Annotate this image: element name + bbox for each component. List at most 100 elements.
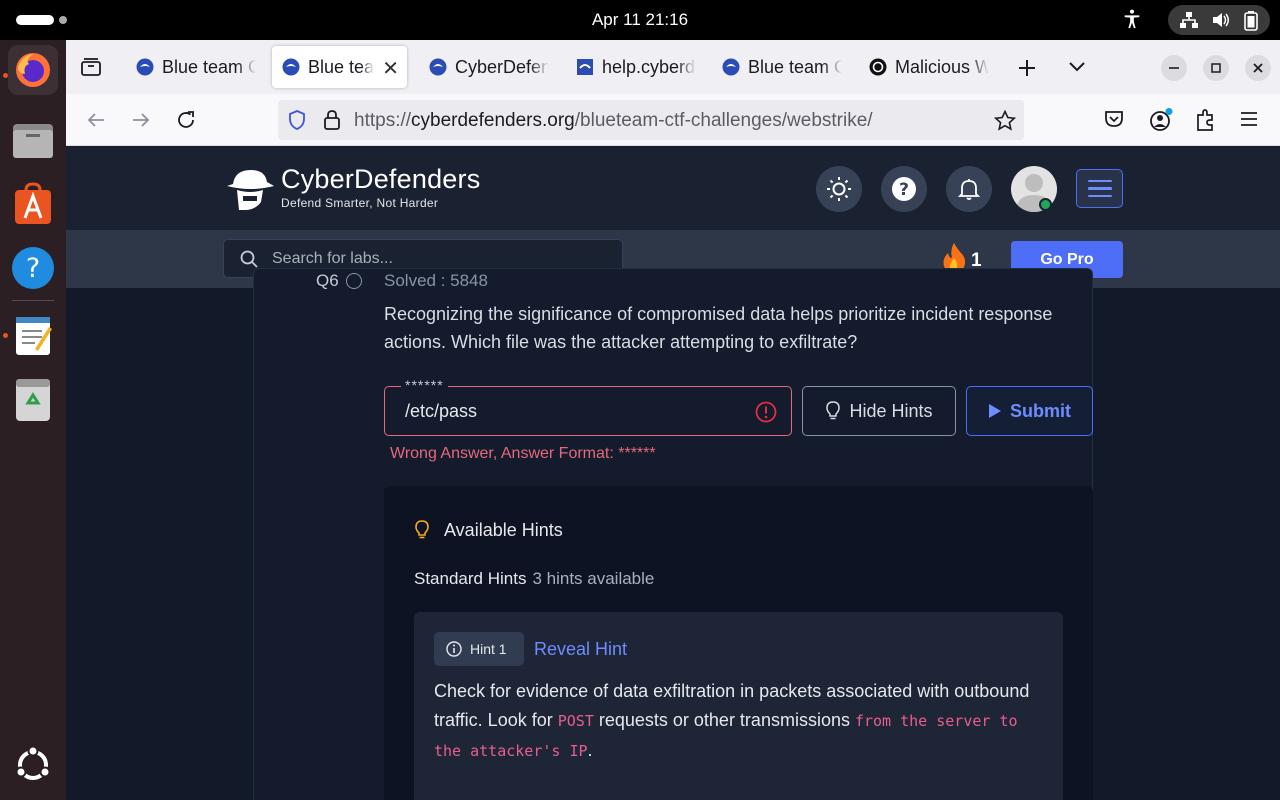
app-center-launcher[interactable]	[8, 179, 58, 229]
theme-toggle-button[interactable]	[816, 166, 862, 212]
error-icon	[755, 401, 777, 423]
dock: ?	[0, 40, 66, 800]
bookmark-star-icon[interactable]	[994, 110, 1016, 131]
ubuntu-icon	[15, 745, 51, 780]
help-favicon	[576, 58, 594, 76]
hint-text: Check for evidence of data exfiltration …	[434, 677, 1044, 766]
extensions-puzzle-icon[interactable]	[1195, 109, 1215, 131]
url-text: https://cyberdefenders.org/blueteam-ctf-…	[354, 110, 873, 132]
lightbulb-icon	[826, 401, 841, 420]
reload-icon[interactable]	[176, 110, 196, 130]
firefox-view-icon[interactable]	[80, 57, 102, 77]
system-tray[interactable]	[1168, 5, 1270, 35]
site-header: CyberDefenders Defend Smarter, Not Harde…	[66, 146, 1280, 230]
challenge-content: Q6 Solved : 5848 Recognizing the signifi…	[223, 268, 1123, 800]
solved-count: Solved : 5848	[384, 271, 488, 290]
question-icon: ?	[892, 177, 916, 201]
reveal-hint-link[interactable]: Reveal Hint	[534, 639, 627, 660]
tab-blue-team-1[interactable]: Blue team CTF Challenges	[126, 46, 262, 88]
firefox-icon	[16, 53, 50, 87]
tab-malicious-web[interactable]: Malicious Web	[859, 46, 995, 88]
minimize-icon[interactable]	[1160, 54, 1188, 82]
new-tab-icon[interactable]	[1017, 58, 1037, 78]
hint-badge-label: Hint 1	[470, 641, 507, 657]
hint-text-part: .	[587, 740, 593, 760]
answer-input[interactable]: ****** /etc/pass	[384, 377, 792, 436]
show-apps-launcher[interactable]	[8, 740, 58, 790]
url-scheme: https://	[354, 110, 412, 131]
trash-icon	[16, 379, 50, 421]
trash-launcher[interactable]	[8, 375, 58, 425]
app-center-icon	[15, 182, 51, 224]
answer-value[interactable]: /etc/pass	[405, 401, 477, 422]
close-window-icon[interactable]	[1244, 54, 1272, 82]
cyberdefenders-favicon	[429, 58, 447, 76]
battery-icon	[1244, 11, 1258, 31]
running-indicator	[3, 333, 8, 338]
question-status-radio	[346, 273, 362, 289]
online-status-indicator	[1039, 198, 1052, 211]
pocket-icon[interactable]	[1104, 110, 1124, 128]
search-placeholder: Search for labs...	[272, 250, 393, 267]
cyberdefenders-logo-icon[interactable]	[225, 164, 275, 214]
hamburger-menu-icon[interactable]	[1240, 111, 1258, 127]
account-icon[interactable]	[1149, 108, 1173, 132]
answer-format-label: ******	[401, 377, 448, 393]
maximize-icon[interactable]	[1202, 54, 1230, 82]
url-host: cyberdefenders.org	[411, 110, 575, 131]
cyberdefenders-favicon	[282, 58, 300, 76]
list-tabs-chevron-down-icon[interactable]	[1067, 60, 1087, 74]
standard-hints-label: Standard Hints	[414, 569, 527, 588]
submit-button[interactable]: Submit	[966, 386, 1093, 436]
hint-badge: Hint 1	[434, 632, 524, 666]
error-message: Wrong Answer, Answer Format: ******	[390, 445, 656, 462]
standard-hints-count: 3 hints available	[532, 569, 655, 588]
help-launcher[interactable]: ?	[8, 243, 58, 293]
lock-icon[interactable]	[323, 110, 341, 130]
tab-blue-team-3[interactable]: Blue team CTF Challenges	[712, 46, 848, 88]
running-indicator	[3, 73, 8, 78]
text-editor-icon	[16, 317, 52, 355]
web-page: CyberDefenders Defend Smarter, Not Harde…	[66, 146, 1280, 800]
help-icon: ?	[12, 247, 54, 289]
tab-help[interactable]: help.cyberdefenders.org	[566, 46, 702, 88]
accessibility-icon[interactable]	[1121, 8, 1143, 30]
tab-bar: Blue team CTF Challenges Blue team CTF C…	[66, 40, 1280, 94]
play-icon	[989, 404, 1001, 418]
bell-icon	[957, 179, 981, 200]
available-hints-title: Available Hints	[444, 520, 563, 540]
info-icon	[446, 641, 462, 657]
sun-icon	[827, 177, 851, 201]
help-button[interactable]: ?	[881, 166, 927, 212]
forward-arrow-icon[interactable]	[131, 110, 151, 130]
text-editor-launcher[interactable]	[8, 310, 58, 360]
site-menu-button[interactable]	[1076, 169, 1123, 208]
openai-favicon	[869, 58, 887, 76]
lightbulb-icon	[415, 520, 429, 539]
brand-name[interactable]: CyberDefenders	[281, 164, 480, 195]
notifications-button[interactable]	[946, 166, 992, 212]
firefox-launcher[interactable]	[8, 45, 58, 95]
question-text: Recognizing the significance of compromi…	[384, 304, 1053, 352]
navigation-toolbar: https://cyberdefenders.org/blueteam-ctf-…	[66, 94, 1280, 146]
network-icon	[1180, 12, 1198, 28]
brand-tagline: Defend Smarter, Not Harder	[281, 196, 439, 210]
browser-window: Blue team CTF Challenges Blue team CTF C…	[66, 40, 1280, 800]
hide-hints-button[interactable]: Hide Hints	[802, 386, 956, 436]
files-launcher[interactable]	[8, 115, 58, 165]
address-bar[interactable]: https://cyberdefenders.org/blueteam-ctf-…	[278, 100, 1024, 140]
search-icon	[240, 250, 258, 268]
cyberdefenders-favicon	[722, 58, 740, 76]
tracking-protection-shield-icon[interactable]	[288, 110, 306, 130]
tab-cyberdefenders[interactable]: CyberDefenders	[419, 46, 555, 88]
svg-text:?: ?	[899, 180, 909, 200]
hint-card: Hint 1 Reveal Hint Check for evidence of…	[414, 612, 1063, 800]
close-tab-icon[interactable]: ✕	[382, 56, 399, 81]
system-clock[interactable]: Apr 11 21:16	[0, 10, 1280, 30]
folder-icon	[13, 124, 53, 158]
tab-blue-team-2[interactable]: Blue team CTF Challenges ✕	[272, 46, 407, 88]
dock-separator	[12, 300, 54, 301]
system-top-bar: Apr 11 21:16	[0, 0, 1280, 40]
back-arrow-icon[interactable]	[86, 110, 106, 130]
svg-text:?: ?	[26, 253, 40, 284]
